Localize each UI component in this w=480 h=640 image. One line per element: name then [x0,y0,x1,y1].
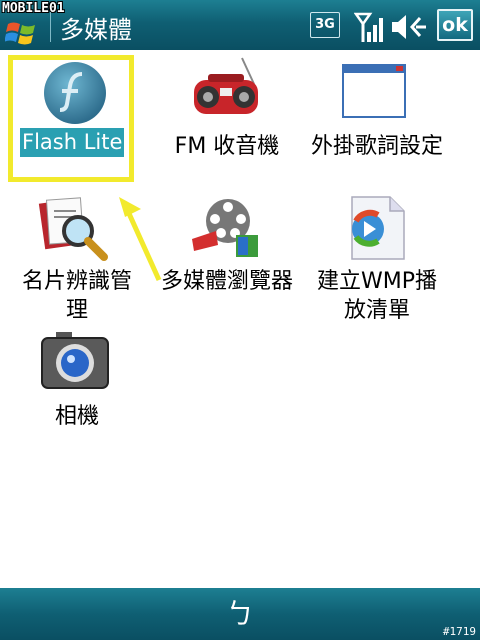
film-reel-icon [192,199,258,257]
app-label: 相機 [54,404,99,429]
title-separator [50,12,51,42]
highlight-box [8,55,134,182]
ok-button[interactable]: ok [437,9,473,41]
app-label: FM 收音機 [174,134,280,159]
watermark: MOBILE01 [2,1,65,16]
pointer-arrow-annotation [119,197,162,282]
business-card-scanner-icon [38,197,108,261]
app-media-browser[interactable]: 多媒體瀏覽器 [150,195,300,325]
back-icon[interactable]: ㄅ [222,596,258,632]
windows-start-icon[interactable] [5,18,41,46]
app-fm-radio[interactable]: FM 收音機 [150,50,300,180]
volume-muted-icon[interactable] [390,12,428,42]
app-lyrics-settings[interactable]: 外掛歌詞設定 [300,50,450,190]
app-label: 建立WMP播放清單 [316,269,437,323]
signal-strength-icon[interactable] [354,10,384,44]
app-camera[interactable]: 相機 [0,330,150,440]
radio-icon [194,57,258,114]
window-icon [342,64,406,118]
bottom-bar: ㄅ #1719 [0,588,480,640]
camera-icon [41,332,109,389]
page-title: 多媒體 [60,16,132,44]
frame-number: #1719 [442,625,476,638]
network-3g-indicator[interactable]: 3G [310,12,340,38]
title-bar: MOBILE01 多媒體 3G ok [0,0,480,50]
wmp-playlist-icon [351,196,405,260]
app-label: 多媒體瀏覽器 [160,269,293,294]
app-label: 外掛歌詞設定 [310,134,443,159]
app-wmp-playlist[interactable]: 建立WMP播放清單 [300,195,450,325]
